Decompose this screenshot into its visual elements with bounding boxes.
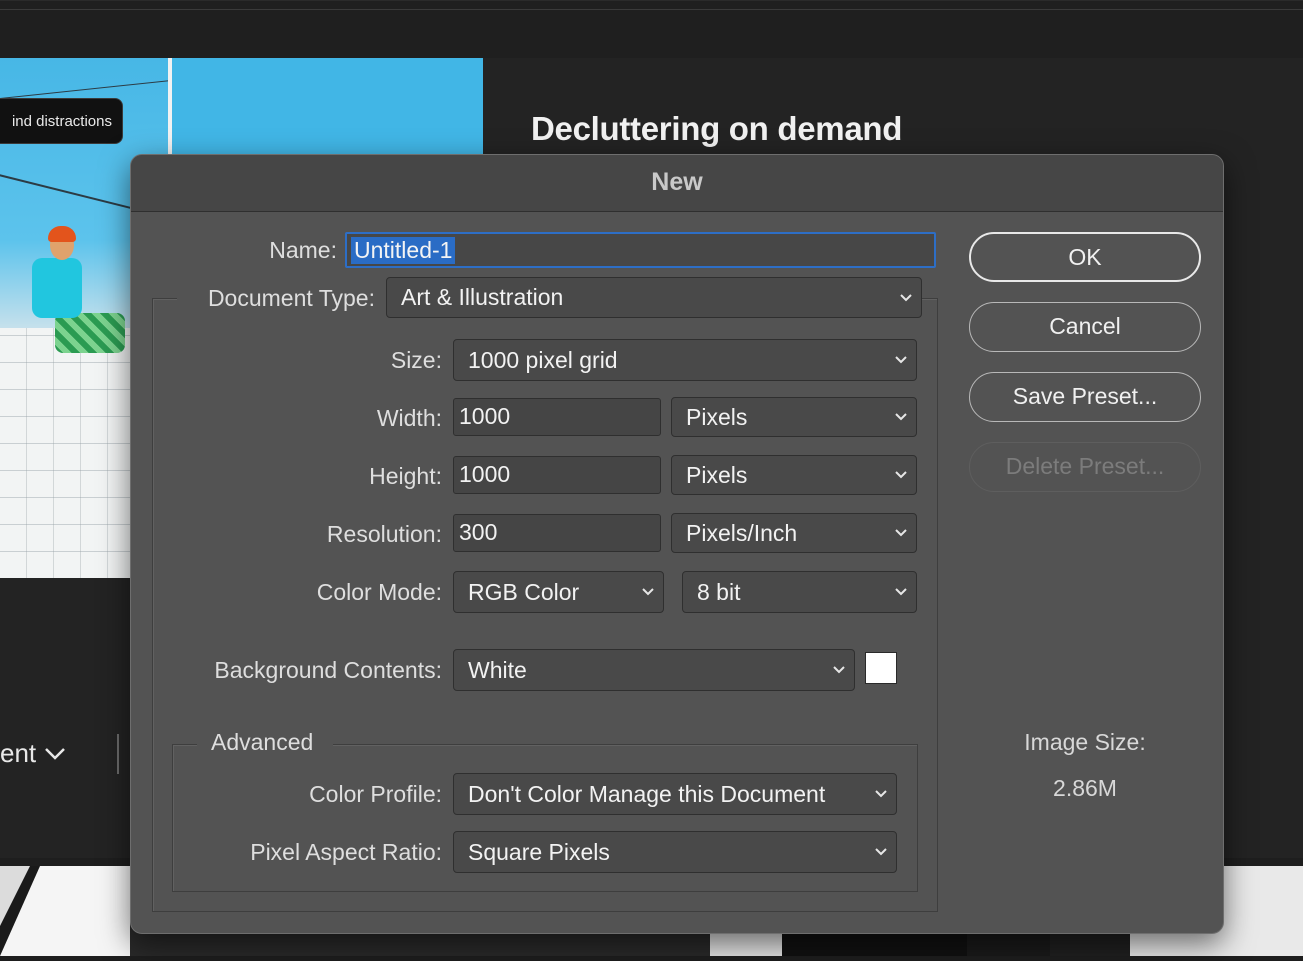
background-contents-value: White [468, 657, 527, 683]
height-unit-select[interactable]: Pixels [671, 455, 917, 495]
height-unit-value: Pixels [686, 462, 748, 488]
resolution-unit-select[interactable]: Pixels/Inch [671, 513, 917, 553]
pixel-aspect-ratio-value: Square Pixels [468, 839, 610, 865]
background-color-swatch[interactable] [865, 652, 897, 684]
size-value: 1000 pixel grid [468, 347, 618, 373]
divider [117, 734, 119, 774]
document-type-select[interactable]: Art & Illustration [386, 277, 922, 318]
size-select[interactable]: 1000 pixel grid [453, 339, 917, 381]
resolution-input[interactable]: 300 [453, 514, 661, 552]
image-size-value: 2.86M [1053, 775, 1117, 801]
name-input-value: Untitled-1 [351, 237, 456, 264]
chevron-down-icon [895, 588, 907, 596]
app-top-bar [0, 0, 1303, 59]
chevron-down-icon [875, 790, 887, 798]
chevron-down-icon [895, 529, 907, 537]
color-profile-label: Color Profile: [309, 781, 442, 807]
document-type-label: Document Type: [207, 285, 375, 311]
pixel-aspect-ratio-label: Pixel Aspect Ratio: [250, 839, 442, 865]
advanced-toggle[interactable]: Advanced [211, 729, 313, 756]
color-mode-label: Color Mode: [316, 579, 442, 605]
resolution-label: Resolution: [326, 521, 442, 547]
height-input[interactable]: 1000 [453, 456, 661, 494]
document-type-value: Art & Illustration [401, 284, 564, 310]
background-contents-select[interactable]: White [453, 649, 855, 691]
chevron-down-icon [900, 293, 912, 301]
height-label: Height: [369, 463, 442, 489]
chevron-down-icon [642, 588, 654, 596]
name-input[interactable]: Untitled-1 [345, 232, 936, 268]
bit-depth-select[interactable]: 8 bit [682, 571, 917, 613]
name-label: Name: [269, 237, 337, 263]
cancel-button[interactable]: Cancel [969, 302, 1201, 352]
chevron-down-icon [895, 356, 907, 364]
width-label: Width: [376, 405, 442, 431]
chevron-down-icon [875, 848, 887, 856]
color-mode-value: RGB Color [468, 579, 580, 605]
width-unit-select[interactable]: Pixels [671, 397, 917, 437]
new-document-dialog: New Name: Untitled-1 Document Type: Art … [130, 154, 1224, 934]
color-profile-value: Don't Color Manage this Document [468, 781, 826, 807]
dialog-title[interactable]: New [131, 155, 1223, 212]
delete-preset-button: Delete Preset... [969, 442, 1201, 492]
promo-heading: Decluttering on demand [531, 110, 903, 147]
width-unit-value: Pixels [686, 404, 748, 430]
chevron-down-icon [833, 666, 845, 674]
width-input[interactable]: 1000 [453, 398, 661, 436]
save-preset-button[interactable]: Save Preset... [969, 372, 1201, 422]
promo-photo-right [172, 58, 483, 158]
size-label: Size: [390, 347, 442, 373]
bit-depth-value: 8 bit [697, 579, 741, 605]
image-size-label: Image Size: [1024, 729, 1146, 755]
background-contents-label: Background Contents: [214, 657, 442, 683]
bg-menu-label[interactable]: ent [0, 738, 36, 769]
resolution-unit-value: Pixels/Inch [686, 520, 798, 546]
chevron-down-icon [895, 413, 907, 421]
thumbnail[interactable] [0, 866, 130, 956]
chevron-down-icon [895, 471, 907, 479]
color-mode-select[interactable]: RGB Color [453, 571, 664, 613]
pixel-aspect-ratio-select[interactable]: Square Pixels [453, 831, 897, 873]
color-profile-select[interactable]: Don't Color Manage this Document [453, 773, 897, 815]
chevron-down-icon [44, 744, 66, 767]
ok-button[interactable]: OK [969, 232, 1201, 282]
promo-tooltip: ind distractions [0, 98, 123, 144]
